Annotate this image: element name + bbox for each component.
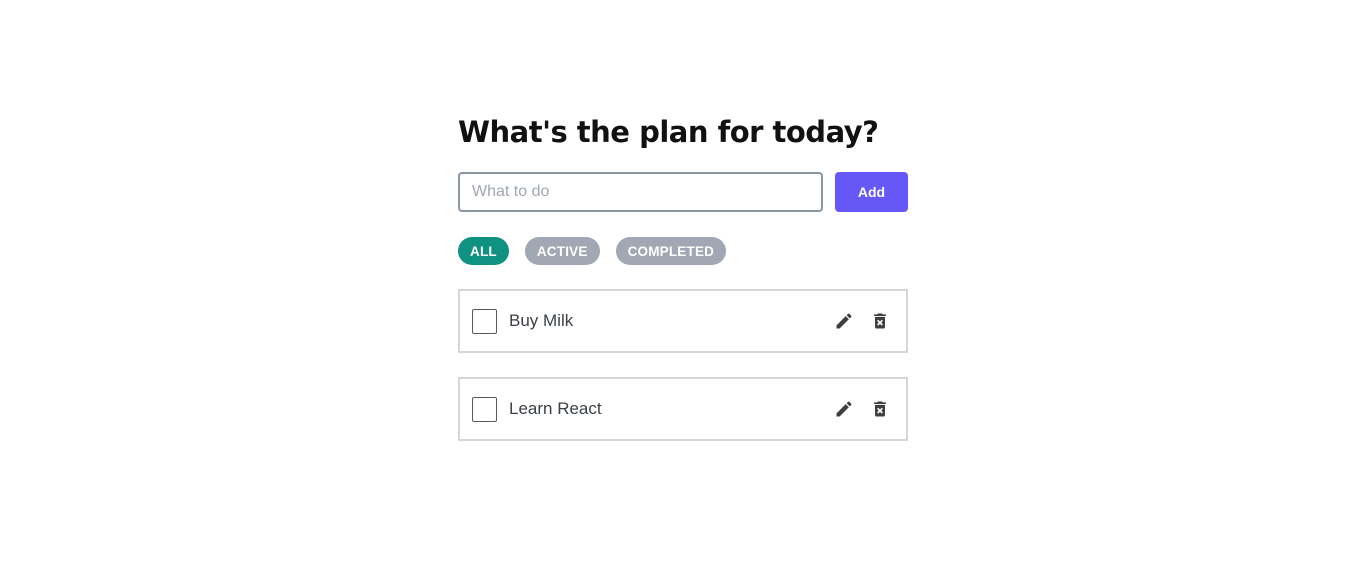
- page-title: What's the plan for today?: [458, 115, 879, 149]
- todo-item: Learn React: [458, 377, 908, 441]
- todo-checkbox[interactable]: [472, 396, 497, 422]
- pencil-icon[interactable]: [832, 397, 856, 421]
- add-button[interactable]: Add: [835, 172, 908, 212]
- todo-app: What's the plan for today? Add ALL ACTIV…: [458, 110, 908, 465]
- trash-x-icon[interactable]: [868, 397, 892, 421]
- todo-item: Buy Milk: [458, 289, 908, 353]
- add-todo-form: Add: [458, 172, 908, 212]
- filter-active[interactable]: ACTIVE: [524, 237, 600, 265]
- trash-x-icon[interactable]: [868, 309, 892, 333]
- todo-label: Learn React: [509, 399, 602, 418]
- filter-completed[interactable]: COMPLETED: [615, 237, 727, 265]
- todo-list: Buy Milk Learn React: [458, 289, 908, 441]
- todo-input[interactable]: [458, 172, 823, 212]
- todo-label: Buy Milk: [509, 311, 574, 330]
- filter-all[interactable]: ALL: [458, 237, 509, 265]
- filter-group: ALL ACTIVE COMPLETED: [458, 237, 908, 265]
- pencil-icon[interactable]: [832, 309, 856, 333]
- todo-checkbox[interactable]: [472, 308, 497, 334]
